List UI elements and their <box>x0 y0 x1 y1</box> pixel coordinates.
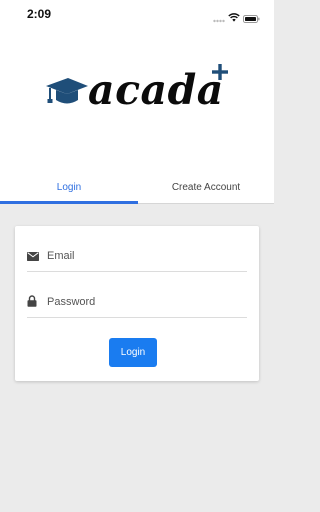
envelope-icon <box>27 248 39 266</box>
password-field-row <box>27 288 247 318</box>
auth-tabs: Login Create Account <box>0 172 274 204</box>
login-button[interactable]: Login <box>109 338 157 367</box>
wifi-icon <box>228 9 240 27</box>
login-card: Login <box>15 226 259 381</box>
graduation-cap-icon <box>44 76 90 115</box>
app-logo: acada <box>44 62 240 118</box>
status-bar: 2:09 <box>0 0 274 30</box>
battery-icon <box>243 10 260 28</box>
signal-icon <box>213 11 225 29</box>
email-input[interactable] <box>47 245 243 267</box>
password-input[interactable] <box>47 291 243 313</box>
plus-icon <box>212 64 228 85</box>
email-field-row <box>27 242 247 272</box>
tab-login[interactable]: Login <box>0 172 138 204</box>
status-time: 2:09 <box>27 7 52 21</box>
logo-wordmark: acada <box>88 66 224 114</box>
active-tab-indicator <box>0 201 138 204</box>
lock-icon <box>27 294 37 312</box>
tab-create-account[interactable]: Create Account <box>138 172 274 204</box>
